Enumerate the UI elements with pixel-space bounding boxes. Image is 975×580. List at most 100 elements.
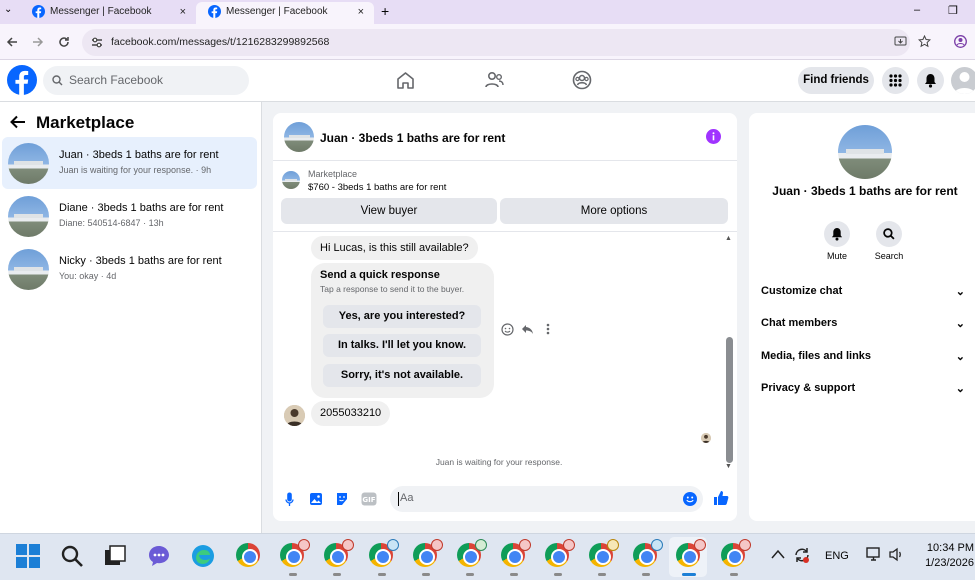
chrome-profile-icon[interactable] — [589, 539, 619, 576]
chrome-profile-icon[interactable] — [280, 539, 310, 576]
text-cursor — [398, 492, 399, 506]
view-buyer-button[interactable]: View buyer — [281, 198, 497, 224]
address-bar-row: facebook.com/messages/t/1216283299892568 — [0, 24, 975, 60]
seen-avatar — [701, 433, 711, 443]
home-icon[interactable] — [396, 71, 415, 89]
chat-title[interactable]: Juan · 3beds 1 baths are for rent — [320, 131, 505, 145]
chat-app-icon[interactable] — [146, 543, 172, 569]
section-label: Privacy & support — [761, 382, 856, 394]
menu-button[interactable] — [882, 67, 909, 94]
chrome-profile-icon[interactable] — [457, 539, 487, 576]
back-arrow-icon[interactable] — [10, 115, 26, 129]
chevron-down-icon: ⌄ — [955, 351, 965, 363]
conversation-item-juan[interactable]: Juan · 3beds 1 baths are for rent Juan i… — [2, 137, 257, 189]
svg-text:GIF: GIF — [362, 496, 375, 504]
message-input[interactable]: Aa — [390, 486, 703, 512]
sync-icon[interactable] — [793, 546, 811, 564]
more-icon[interactable] — [546, 323, 550, 335]
conversation-item-nicky[interactable]: Nicky · 3beds 1 baths are for rent You: … — [2, 243, 257, 295]
profile-icon[interactable] — [954, 35, 967, 48]
react-icon[interactable] — [501, 323, 514, 336]
chrome-profile-icon[interactable] — [633, 539, 663, 576]
task-view-icon[interactable] — [102, 543, 128, 569]
quick-response-button[interactable]: Sorry, it's not available. — [323, 364, 481, 387]
panel-title: Marketplace — [36, 113, 135, 132]
listing-thumbnail — [8, 249, 49, 290]
section-media-files-links[interactable]: Media, files and links ⌄ — [761, 350, 975, 363]
restore-button[interactable]: ❐ — [948, 4, 958, 17]
emoji-icon[interactable] — [683, 492, 697, 506]
chat-header: Juan · 3beds 1 baths are for rent — [273, 113, 737, 161]
bookmark-star-icon[interactable] — [918, 35, 931, 48]
site-info-icon[interactable] — [91, 37, 103, 48]
tab-close-icon[interactable]: × — [358, 2, 364, 22]
clock-date: 1/23/2026 — [925, 557, 974, 569]
scroll-up-arrow[interactable]: ▲ — [725, 235, 732, 242]
chrome-profile-icon[interactable] — [545, 539, 575, 576]
chevron-up-icon[interactable] — [771, 549, 785, 559]
search-icon[interactable] — [59, 543, 85, 569]
url-text: facebook.com/messages/t/1216283299892568 — [111, 36, 330, 48]
minimize-button[interactable]: – — [914, 4, 920, 16]
clock[interactable]: 10:34 PM 1/23/2026 — [914, 541, 974, 571]
facebook-header: Search Facebook Find friends — [0, 60, 975, 102]
reply-icon[interactable] — [521, 323, 534, 336]
facebook-favicon-icon — [32, 5, 45, 18]
network-icon[interactable] — [866, 547, 882, 562]
quick-response-button[interactable]: Yes, are you interested? — [323, 305, 481, 328]
account-avatar[interactable] — [951, 67, 975, 94]
section-chat-members[interactable]: Chat members ⌄ — [761, 317, 975, 330]
search-input[interactable]: Search Facebook — [43, 66, 249, 95]
like-thumbs-up-icon[interactable] — [713, 490, 729, 506]
more-options-button[interactable]: More options — [500, 198, 728, 224]
notifications-button[interactable] — [917, 67, 944, 94]
chrome-profile-icon[interactable] — [501, 539, 531, 576]
chat-avatar[interactable] — [284, 122, 314, 152]
back-arrow-icon[interactable] — [6, 36, 18, 48]
scroll-down-arrow[interactable]: ▼ — [725, 463, 732, 470]
chrome-active-profile-icon[interactable] — [676, 539, 706, 576]
scrollbar-thumb[interactable] — [726, 337, 733, 463]
person-photo-icon — [284, 405, 305, 426]
chrome-profile-icon[interactable] — [369, 539, 399, 576]
gif-icon[interactable]: GIF — [361, 492, 377, 506]
install-app-icon[interactable] — [894, 36, 907, 48]
section-customize-chat[interactable]: Customize chat ⌄ — [761, 285, 975, 298]
conversation-name: Juan · 3beds 1 baths are for rent — [772, 184, 958, 198]
section-privacy-support[interactable]: Privacy & support ⌄ — [761, 382, 975, 395]
conversation-item-diane[interactable]: Diane · 3beds 1 baths are for rent Diane… — [2, 190, 257, 242]
forward-arrow-icon[interactable] — [32, 36, 44, 48]
chevron-down-icon: ⌄ — [955, 318, 965, 330]
info-icon[interactable] — [706, 129, 721, 144]
microphone-icon[interactable] — [285, 492, 294, 507]
quick-response-subtitle: Tap a response to send it to the buyer. — [320, 284, 465, 294]
edge-browser-icon[interactable] — [190, 543, 216, 569]
tab-close-icon[interactable]: × — [180, 2, 186, 22]
mute-button[interactable] — [824, 221, 850, 247]
quick-response-button[interactable]: In talks. I'll let you know. — [323, 334, 481, 357]
sticker-icon[interactable] — [335, 492, 349, 506]
chrome-icon[interactable] — [236, 543, 262, 569]
search-conversation-button[interactable] — [876, 221, 902, 247]
windows-start-icon[interactable] — [15, 543, 41, 569]
conversation-snippet: Diane: 540514-6847 · 13h — [59, 218, 164, 228]
browser-tab-1[interactable]: Messenger | Facebook × — [20, 2, 196, 24]
friends-icon[interactable] — [484, 71, 504, 89]
search-label: Search — [874, 251, 904, 261]
tab-search-icon[interactable]: ⌄ — [4, 4, 12, 15]
browser-tab-2-active[interactable]: Messenger | Facebook × — [196, 2, 374, 24]
find-friends-button[interactable]: Find friends — [798, 67, 874, 94]
reload-icon[interactable] — [58, 36, 70, 48]
url-field[interactable]: facebook.com/messages/t/1216283299892568 — [82, 29, 910, 56]
groups-icon[interactable] — [572, 70, 592, 90]
chrome-profile-icon[interactable] — [721, 539, 751, 576]
language-indicator[interactable]: ENG — [825, 550, 849, 562]
chevron-down-icon: ⌄ — [955, 383, 965, 395]
tab-title: Messenger | Facebook — [50, 6, 152, 17]
volume-icon[interactable] — [889, 547, 905, 562]
new-tab-button[interactable]: + — [381, 3, 389, 19]
chrome-profile-icon[interactable] — [413, 539, 443, 576]
chrome-profile-icon[interactable] — [324, 539, 354, 576]
facebook-logo-icon[interactable] — [7, 65, 37, 95]
photo-icon[interactable] — [309, 492, 323, 506]
